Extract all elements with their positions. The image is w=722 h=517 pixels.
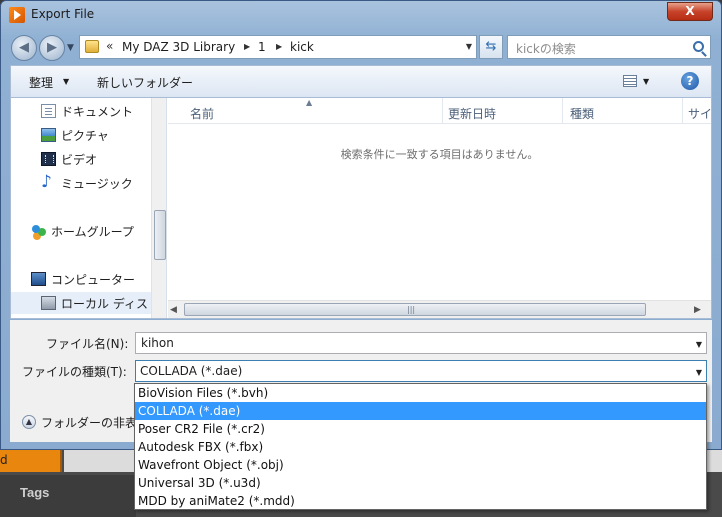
- search-placeholder: kickの検索: [516, 42, 576, 56]
- filetype-dropdown-list: BioVision Files (*.bvh) COLLADA (*.dae) …: [134, 383, 707, 510]
- nav-item-pictures[interactable]: ピクチャ: [11, 124, 151, 146]
- computer-icon: [31, 272, 46, 286]
- music-icon: [41, 172, 56, 192]
- nav-item-label: コンピューター: [51, 273, 136, 287]
- file-list-scroll-thumb[interactable]: |||: [184, 303, 646, 316]
- filetype-option[interactable]: Autodesk FBX (*.fbx): [135, 438, 706, 456]
- forward-button[interactable]: ▶: [39, 35, 65, 61]
- breadcrumb-separator-icon[interactable]: ▶: [276, 42, 282, 51]
- filetype-option-selected[interactable]: COLLADA (*.dae): [135, 402, 706, 420]
- filetype-option[interactable]: Universal 3D (*.u3d): [135, 474, 706, 492]
- column-divider[interactable]: [562, 98, 563, 124]
- column-name[interactable]: 名前: [190, 105, 214, 122]
- search-input[interactable]: kickの検索: [507, 35, 711, 59]
- address-bar[interactable]: « My DAZ 3D Library ▶ 1 ▶ kick ▼: [79, 35, 477, 59]
- nav-item-label: ドキュメント: [61, 105, 134, 119]
- nav-item-videos[interactable]: ビデオ: [11, 148, 151, 170]
- homegroup-icon: [31, 224, 46, 238]
- title-bar[interactable]: Export File X: [1, 1, 721, 29]
- local-disk-icon: [41, 296, 56, 310]
- nav-item-label: ピクチャ: [61, 129, 109, 143]
- file-list-pane[interactable]: ▲ 名前 更新日時 種類 サイ 検索条件に一致する項目はありません。 ◀ |||…: [168, 98, 711, 318]
- nav-item-label: ホームグループ: [51, 225, 134, 239]
- filetype-option[interactable]: Wavefront Object (*.obj): [135, 456, 706, 474]
- nav-item-music[interactable]: ミュージック: [11, 172, 151, 194]
- filetype-label: ファイルの種類(T):: [22, 365, 127, 379]
- sort-ascending-icon: ▲: [306, 98, 313, 107]
- video-icon: [41, 152, 56, 166]
- view-options-icon[interactable]: [623, 75, 637, 87]
- nav-item-local-disk[interactable]: ローカル ディス: [11, 292, 151, 314]
- document-icon: [41, 104, 56, 118]
- recent-pages-chevron-down-icon[interactable]: ▼: [67, 43, 74, 53]
- view-chevron-down-icon[interactable]: ▼: [643, 77, 649, 86]
- address-history-chevron-down-icon[interactable]: ▼: [466, 42, 472, 51]
- filename-label: ファイル名(N):: [46, 337, 129, 351]
- nav-pane-scrollbar[interactable]: [151, 98, 166, 318]
- scroll-right-icon[interactable]: ▶: [694, 305, 701, 315]
- filetype-option[interactable]: BioVision Files (*.bvh): [135, 384, 706, 402]
- organize-chevron-down-icon: ▼: [63, 77, 70, 86]
- column-type[interactable]: 種類: [570, 105, 594, 122]
- folder-icon: [85, 40, 99, 53]
- filetype-chevron-down-icon[interactable]: ▼: [696, 368, 702, 377]
- nav-item-homegroup[interactable]: ホームグループ: [11, 220, 151, 242]
- address-overflow-chevron[interactable]: «: [106, 39, 113, 53]
- filetype-option[interactable]: MDD by aniMate2 (*.mdd): [135, 492, 706, 510]
- browser-area: ドキュメント ピクチャ ビデオ ミュージック ホームグループ コンピューター: [10, 97, 712, 319]
- nav-pane-scroll-thumb[interactable]: [154, 210, 166, 260]
- background-orange-tab: [0, 450, 62, 472]
- column-size[interactable]: サイ: [688, 105, 711, 122]
- nav-item-label: ミュージック: [61, 177, 133, 191]
- window-title: Export File: [31, 7, 95, 21]
- pictures-icon: [41, 128, 56, 142]
- nav-item-computer[interactable]: コンピューター: [11, 268, 151, 290]
- app-icon: [9, 7, 25, 23]
- help-icon[interactable]: ?: [681, 72, 699, 90]
- empty-folder-message: 検索条件に一致する項目はありません。: [340, 148, 539, 161]
- nav-item-documents[interactable]: ドキュメント: [11, 100, 151, 122]
- refresh-button[interactable]: ⇆: [479, 35, 503, 59]
- column-divider[interactable]: [682, 98, 683, 124]
- navigation-pane: ドキュメント ピクチャ ビデオ ミュージック ホームグループ コンピューター: [11, 98, 167, 318]
- background-tags-tab[interactable]: Tags: [20, 485, 49, 500]
- breadcrumb-1[interactable]: 1: [258, 40, 266, 54]
- filename-value: kihon: [141, 336, 174, 350]
- organize-button[interactable]: 整理: [29, 74, 53, 91]
- filename-field[interactable]: kihon ▼: [135, 332, 707, 354]
- filename-chevron-down-icon[interactable]: ▼: [696, 340, 702, 349]
- new-folder-button[interactable]: 新しいフォルダー: [97, 74, 193, 91]
- close-button[interactable]: X: [667, 2, 713, 21]
- hide-folders-label: フォルダーの非表: [41, 416, 138, 430]
- chevron-up-icon: ▲: [22, 415, 36, 429]
- file-list-scrollbar[interactable]: ◀ ||| ▶: [168, 300, 711, 318]
- filetype-value: COLLADA (*.dae): [140, 364, 243, 378]
- scroll-left-icon[interactable]: ◀: [170, 305, 177, 315]
- column-divider[interactable]: [442, 98, 443, 124]
- search-icon[interactable]: [693, 41, 704, 52]
- back-button[interactable]: ◀: [11, 35, 37, 61]
- scroll-grip-icon: |||: [407, 305, 416, 314]
- filetype-option[interactable]: Poser CR2 File (*.cr2): [135, 420, 706, 438]
- filetype-select[interactable]: COLLADA (*.dae) ▼: [135, 360, 707, 382]
- column-header-row: ▲ 名前 更新日時 種類 サイ: [168, 98, 711, 124]
- nav-item-label: ビデオ: [61, 153, 98, 167]
- breadcrumb-my-daz-library[interactable]: My DAZ 3D Library: [122, 40, 235, 54]
- breadcrumb-separator-icon[interactable]: ▶: [244, 42, 250, 51]
- nav-item-label: ローカル ディス: [61, 297, 148, 311]
- column-date-modified[interactable]: 更新日時: [448, 105, 496, 122]
- background-tab-label: d: [0, 453, 8, 467]
- command-bar: 整理 ▼ 新しいフォルダー ▼ ?: [10, 65, 712, 97]
- breadcrumb-kick[interactable]: kick: [290, 40, 314, 54]
